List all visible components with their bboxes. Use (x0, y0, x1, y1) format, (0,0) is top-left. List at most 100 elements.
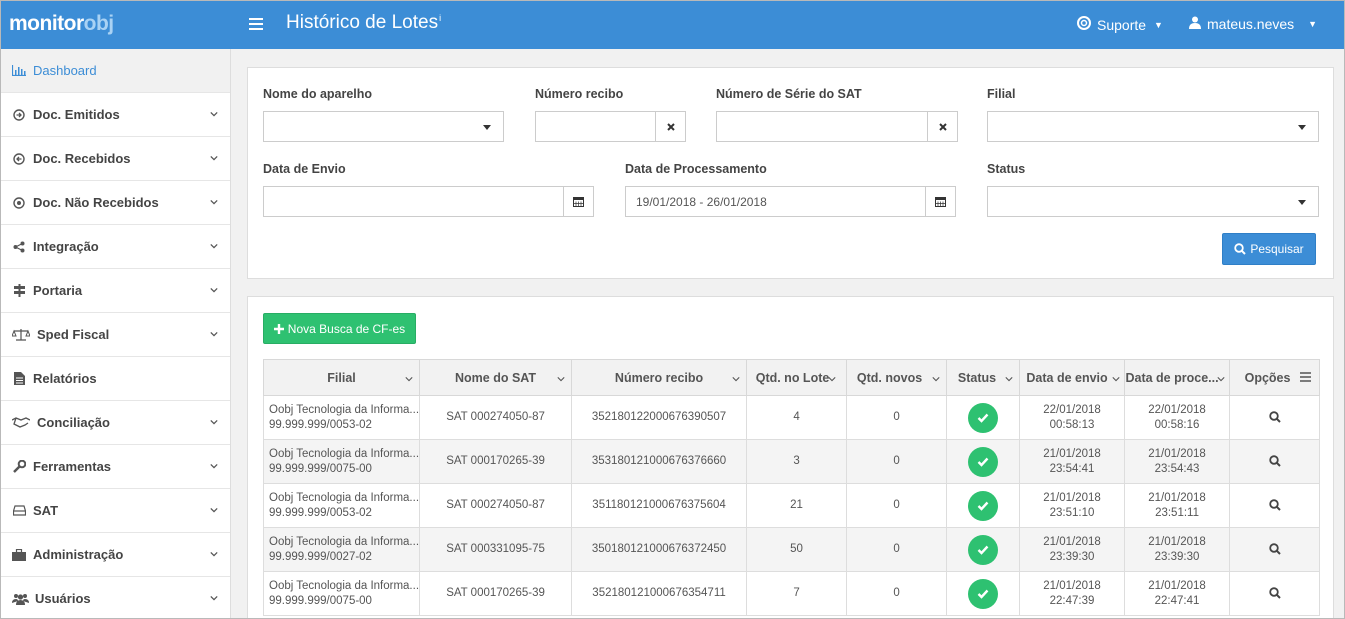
column-header-qtd-novos[interactable]: Qtd. novos (846, 359, 948, 396)
support-menu[interactable]: Suporte ▼ (1077, 16, 1163, 33)
file-text-icon (11, 372, 27, 385)
search-icon[interactable] (1268, 543, 1281, 555)
hdd-icon (11, 505, 27, 516)
new-search-button[interactable]: Nova Busca de CF-es (263, 313, 416, 344)
sidebar-item-relatorios[interactable]: Relatórios (1, 357, 230, 401)
sidebar-item-label: Administração (33, 547, 124, 562)
sidebar-item-label: Usuários (35, 591, 91, 606)
cell-numero-recibo: 353180121000676376660 (571, 439, 748, 484)
column-header-opcoes[interactable]: Opções (1229, 359, 1321, 396)
filter-panel: Nome do aparelho Número recibo Número de… (247, 67, 1334, 279)
data-processamento-calendar-button[interactable] (925, 186, 956, 217)
status-select[interactable] (987, 186, 1319, 217)
info-icon[interactable]: i (439, 13, 441, 23)
chevron-down-icon (557, 377, 565, 382)
sidebar-item-label: Conciliação (37, 415, 110, 430)
table-row[interactable]: Oobj Tecnologia da Informa... 99.999.999/… (262, 439, 1321, 484)
column-header-filial[interactable]: Filial (262, 359, 421, 396)
sidebar-item-doc-emitidos[interactable]: Doc. Emitidos (1, 93, 230, 137)
new-search-button-label: Nova Busca de CF-es (287, 321, 406, 336)
search-button[interactable]: Pesquisar (1222, 233, 1316, 265)
check-circle-icon[interactable] (968, 446, 999, 477)
column-header-label: Nome do SAT (455, 370, 537, 385)
search-icon[interactable] (1268, 587, 1281, 599)
check-circle-icon[interactable] (968, 534, 999, 565)
sidebar-item-conciliacao[interactable]: Conciliação (1, 401, 230, 445)
cell-data-processamento: 21/01/2018 23:54:43 (1124, 439, 1231, 484)
dot-circle-icon (11, 196, 27, 209)
menu-toggle-icon[interactable] (249, 13, 263, 36)
sidebar-item-ferramentas[interactable]: Ferramentas (1, 445, 230, 489)
logo[interactable]: monitorobj (9, 12, 114, 36)
caret-down-icon: ▼ (1154, 19, 1163, 30)
cell-nome-sat: SAT 000170265-39 (419, 439, 573, 484)
nome-aparelho-label: Nome do aparelho (263, 87, 373, 101)
search-icon[interactable] (1268, 499, 1281, 511)
nome-aparelho-select[interactable] (263, 111, 504, 142)
proc-date: 21/01/2018 (1148, 491, 1206, 504)
sidebar-item-dashboard[interactable]: Dashboard (1, 49, 230, 93)
data-envio-calendar-button[interactable] (563, 186, 594, 217)
search-icon[interactable] (1268, 455, 1281, 467)
logo-accent: obj (83, 12, 115, 35)
filial-select[interactable] (987, 111, 1319, 142)
table-row[interactable]: Oobj Tecnologia da Informa... 99.999.999/… (262, 527, 1321, 572)
users-icon (11, 593, 29, 605)
column-header-data-processamento[interactable]: Data de proce... (1124, 359, 1231, 396)
sidebar-item-sped-fiscal[interactable]: Sped Fiscal (1, 313, 230, 357)
data-envio-input[interactable] (263, 186, 564, 217)
sidebar-item-administracao[interactable]: Administração (1, 533, 230, 577)
chevron-down-icon (828, 377, 836, 382)
clear-serie-button[interactable] (927, 111, 958, 142)
sidebar-item-doc-recebidos[interactable]: Doc. Recebidos (1, 137, 230, 181)
close-icon (666, 122, 675, 131)
cell-data-envio: 21/01/2018 23:39:30 (1019, 527, 1126, 572)
cell-qtd-novos: 0 (846, 571, 948, 616)
clear-recibo-button[interactable] (655, 111, 686, 142)
search-icon[interactable] (1268, 411, 1281, 423)
sidebar-item-label: Doc. Não Recebidos (33, 195, 159, 210)
table-row[interactable]: Oobj Tecnologia da Informa... 99.999.999/… (262, 395, 1321, 440)
user-menu[interactable]: mateus.neves ▼ (1189, 16, 1317, 32)
column-header-qtd-lote[interactable]: Qtd. no Lote (746, 359, 848, 396)
sidebar-item-doc-nao-recebidos[interactable]: Doc. Não Recebidos (1, 181, 230, 225)
cell-status (946, 571, 1021, 616)
columns-menu-icon[interactable] (1300, 372, 1312, 382)
sidebar-item-label: Doc. Recebidos (33, 151, 131, 166)
data-processamento-input[interactable]: 19/01/2018 - 26/01/2018 (625, 186, 926, 217)
column-header-status[interactable]: Status (946, 359, 1021, 396)
filial-name: Oobj Tecnologia da Informa... (269, 491, 420, 504)
envio-time: 22:47:39 (1049, 594, 1095, 607)
filial-cnpj: 99.999.999/0053-02 (269, 506, 372, 519)
arrow-circle-right-icon (11, 108, 27, 121)
table-row[interactable]: Oobj Tecnologia da Informa... 99.999.999/… (262, 483, 1321, 528)
envio-date: 21/01/2018 (1043, 447, 1101, 460)
cell-qtd-lote: 7 (746, 571, 848, 616)
cell-qtd-novos: 0 (846, 439, 948, 484)
table-row[interactable]: Oobj Tecnologia da Informa... 99.999.999/… (262, 571, 1321, 616)
sidebar-item-label: Sped Fiscal (37, 327, 110, 342)
column-header-nome-sat[interactable]: Nome do SAT (419, 359, 573, 396)
sidebar-item-integracao[interactable]: Integração (1, 225, 230, 269)
cell-numero-recibo: 351180121000676375604 (571, 483, 748, 528)
sidebar-item-portaria[interactable]: Portaria (1, 269, 230, 313)
numero-serie-input[interactable] (716, 111, 928, 142)
chevron-down-icon (210, 507, 218, 513)
column-header-numero-recibo[interactable]: Número recibo (571, 359, 748, 396)
envio-date: 22/01/2018 (1043, 403, 1101, 416)
signpost-icon (11, 284, 27, 297)
check-circle-icon[interactable] (968, 490, 999, 521)
filial-cnpj: 99.999.999/0053-02 (269, 418, 372, 431)
sidebar-item-label: SAT (33, 503, 59, 518)
logo-main: monitor (9, 12, 84, 35)
sidebar-item-usuarios[interactable]: Usuários (1, 577, 230, 618)
column-header-data-envio[interactable]: Data de envio (1019, 359, 1126, 396)
check-circle-icon[interactable] (968, 402, 999, 433)
sidebar-item-sat[interactable]: SAT (1, 489, 230, 533)
numero-recibo-input[interactable] (535, 111, 656, 142)
check-circle-icon[interactable] (968, 578, 999, 609)
cell-numero-recibo: 352180121000676354711 (571, 571, 748, 616)
numero-recibo-label: Número recibo (535, 87, 624, 101)
column-header-label: Qtd. novos (856, 370, 923, 385)
cell-qtd-lote: 3 (746, 439, 848, 484)
